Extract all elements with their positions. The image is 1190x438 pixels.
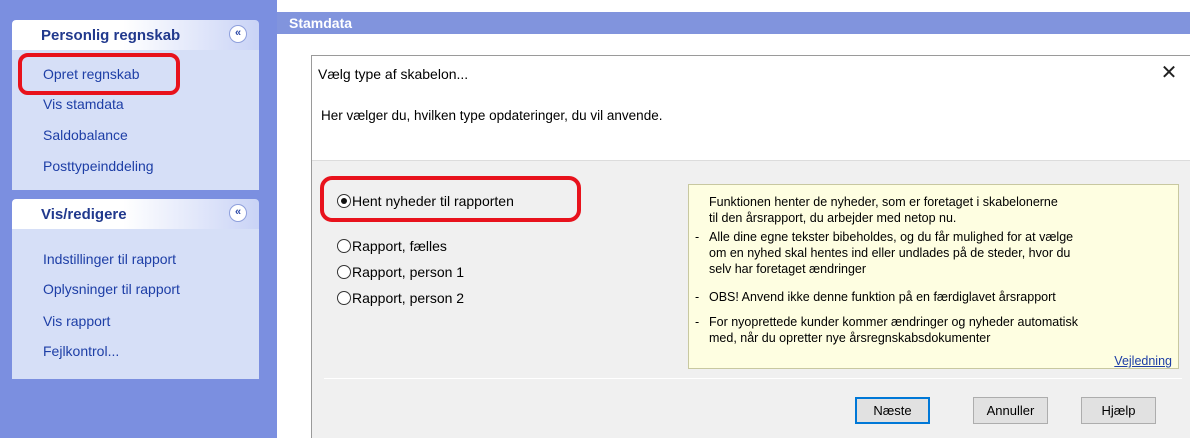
radio-label: Rapport, person 1 (352, 264, 465, 280)
radio-rapport-person-1[interactable]: Rapport, person 1 (337, 263, 464, 281)
radio-unselected-icon[interactable] (337, 239, 351, 253)
next-button[interactable]: Næste (855, 397, 930, 424)
dialog-subtitle: Her vælger du, hvilken type opdateringer… (321, 108, 663, 123)
radio-rapport-faelles[interactable]: Rapport, fælles (337, 237, 447, 255)
nav-item-posttypeinddeling[interactable]: Posttypeinddeling (43, 158, 154, 174)
nav-item-indstillinger-til-rapport[interactable]: Indstillinger til rapport (43, 251, 176, 267)
group-body-vis-redigere: Indstillinger til rapport Oplysninger ti… (12, 229, 259, 379)
bullet-dash: - (695, 290, 700, 304)
bullet-dash: - (695, 230, 700, 244)
group-header-personlig-regnskab[interactable]: Personlig regnskab « (12, 20, 259, 50)
info-text: om en nyhed skal hentes ind eller undlad… (709, 246, 1071, 260)
help-button[interactable]: Hjælp (1081, 397, 1156, 424)
info-box: Funktionen henter de nyheder, som er for… (688, 184, 1179, 369)
dialog-header: Vælg type af skabelon... ✕ Her vælger du… (312, 56, 1190, 161)
info-text: OBS! Anvend ikke denne funktion på en fæ… (709, 290, 1056, 304)
vejledning-link[interactable]: Vejledning (1114, 354, 1172, 368)
close-icon[interactable]: ✕ (1157, 60, 1181, 84)
info-text: til den årsrapport, du arbejder med neto… (709, 211, 957, 225)
bullet-dash: - (695, 315, 700, 329)
dialog-title: Vælg type af skabelon... (318, 66, 469, 82)
nav-item-vis-stamdata[interactable]: Vis stamdata (43, 96, 124, 112)
radio-rapport-person-2[interactable]: Rapport, person 2 (337, 289, 464, 307)
main-header-title: Stamdata (289, 15, 353, 31)
main-header: Stamdata (277, 12, 1190, 34)
info-text: For nyoprettede kunder kommer ændringer … (709, 315, 1078, 329)
collapse-chevrons-icon[interactable]: « (229, 204, 247, 222)
radio-label: Rapport, fælles (352, 238, 447, 254)
nav-item-oplysninger-til-rapport[interactable]: Oplysninger til rapport (43, 281, 180, 297)
divider (324, 378, 1182, 379)
collapse-chevrons-icon[interactable]: « (229, 25, 247, 43)
info-text: Funktionen henter de nyheder, som er for… (709, 195, 1058, 209)
group-title: Vis/redigere (41, 206, 127, 223)
annotation-highlight (320, 176, 581, 222)
radio-label: Rapport, person 2 (352, 290, 465, 306)
screen: { "sidebar": { "groups": [ { "title": "P… (0, 0, 1190, 438)
group-title: Personlig regnskab (41, 27, 181, 44)
info-text: selv har foretaget ændringer (709, 262, 867, 276)
nav-item-saldobalance[interactable]: Saldobalance (43, 127, 128, 143)
info-text: med, når du opretter nye årsregnskabsdok… (709, 331, 991, 345)
nav-item-vis-rapport[interactable]: Vis rapport (43, 313, 110, 329)
group-header-vis-redigere[interactable]: Vis/redigere « (12, 199, 259, 229)
radio-unselected-icon[interactable] (337, 291, 351, 305)
annotation-highlight (18, 53, 180, 95)
navigation-panel: Personlig regnskab « Opret regnskab Vis … (0, 0, 277, 438)
nav-item-fejlkontrol[interactable]: Fejlkontrol... (43, 343, 119, 359)
cancel-button[interactable]: Annuller (973, 397, 1048, 424)
template-dialog: Vælg type af skabelon... ✕ Her vælger du… (311, 55, 1190, 438)
info-text: Alle dine egne tekster bibeholdes, og du… (709, 230, 1074, 244)
radio-unselected-icon[interactable] (337, 265, 351, 279)
